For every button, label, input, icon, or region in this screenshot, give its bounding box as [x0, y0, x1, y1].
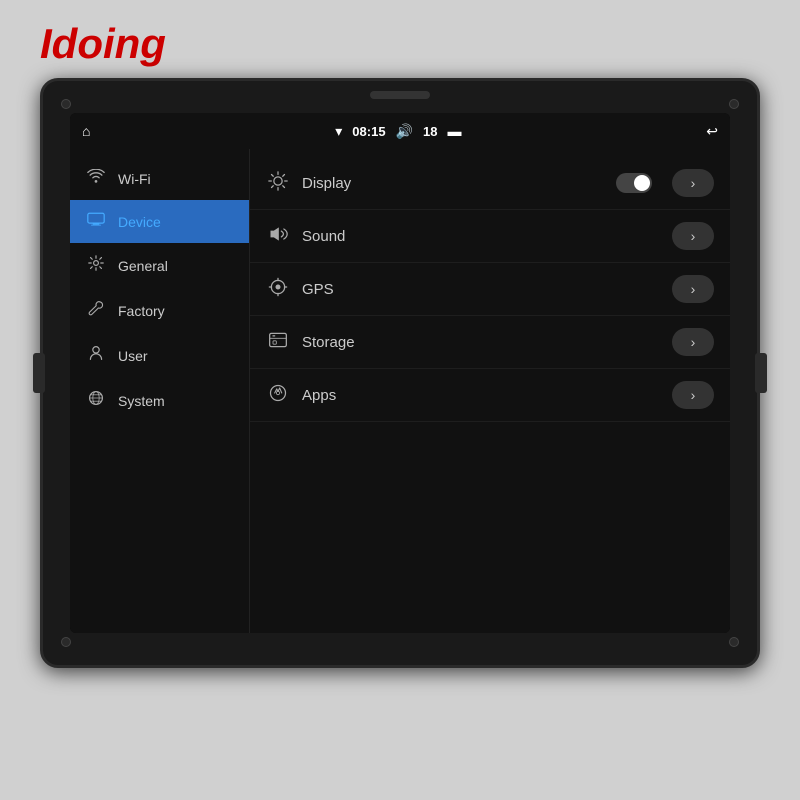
settings-label-gps: GPS — [302, 281, 660, 298]
sidebar-item-factory[interactable]: Factory — [70, 288, 249, 333]
user-icon — [86, 345, 106, 366]
settings-row-display[interactable]: Display › — [250, 157, 730, 210]
wrench-icon — [86, 300, 106, 321]
settings-label-apps: Apps — [302, 387, 660, 404]
storage-settings-icon — [266, 330, 290, 355]
sidebar-label-user: User — [118, 348, 148, 364]
gps-settings-icon — [266, 277, 290, 302]
globe-icon — [86, 390, 106, 411]
settings-label-sound: Sound — [302, 228, 660, 245]
back-icon[interactable]: ↩ — [706, 123, 718, 140]
settings-label-display: Display — [302, 175, 604, 192]
device-outer: ⌂ ▾ 08:15 🔊 18 ▬ ↩ — [40, 78, 760, 668]
sidebar-item-device[interactable]: Device — [70, 200, 249, 243]
status-right: ↩ — [706, 123, 718, 140]
gps-arrow-btn[interactable]: › — [672, 275, 714, 303]
screen: ⌂ ▾ 08:15 🔊 18 ▬ ↩ — [70, 113, 730, 633]
display-arrow-btn[interactable]: › — [672, 169, 714, 197]
sidebar-item-general[interactable]: General — [70, 243, 249, 288]
storage-arrow-btn[interactable]: › — [672, 328, 714, 356]
settings-row-storage[interactable]: Storage › — [250, 316, 730, 369]
volume-value: 18 — [423, 124, 437, 139]
bolt-br — [729, 637, 739, 647]
sidebar-item-wifi[interactable]: Wi-Fi — [70, 157, 249, 200]
brand-title: Idoing — [40, 20, 166, 68]
sidebar-label-factory: Factory — [118, 303, 165, 319]
right-panel: Display › — [250, 149, 730, 633]
sidebar-label-device: Device — [118, 214, 161, 230]
settings-label-storage: Storage — [302, 334, 660, 351]
sidebar: Wi-Fi Device — [70, 149, 250, 633]
sidebar-label-general: General — [118, 258, 168, 274]
apps-arrow-btn[interactable]: › — [672, 381, 714, 409]
bolt-tl — [61, 99, 71, 109]
device-icon — [86, 212, 106, 231]
toggle-dot — [634, 175, 650, 191]
mount-left — [33, 353, 45, 393]
status-time: 08:15 — [352, 124, 385, 139]
status-left: ⌂ — [82, 123, 90, 139]
sound-arrow-btn[interactable]: › — [672, 222, 714, 250]
sidebar-label-wifi: Wi-Fi — [118, 171, 151, 187]
volume-icon[interactable]: 🔊 — [396, 123, 413, 140]
wifi-status-icon: ▾ — [335, 123, 342, 140]
settings-row-sound[interactable]: Sound › — [250, 210, 730, 263]
wifi-icon — [86, 169, 106, 188]
bolt-bl — [61, 637, 71, 647]
status-bar: ⌂ ▾ 08:15 🔊 18 ▬ ↩ — [70, 113, 730, 149]
status-center: ▾ 08:15 🔊 18 ▬ — [335, 123, 461, 140]
mount-right — [755, 353, 767, 393]
display-settings-icon — [266, 171, 290, 196]
sound-settings-icon — [266, 224, 290, 249]
settings-row-gps[interactable]: GPS › — [250, 263, 730, 316]
battery-icon: ▬ — [447, 123, 461, 139]
main-content: Wi-Fi Device — [70, 149, 730, 633]
display-toggle[interactable] — [616, 173, 652, 193]
gear-icon — [86, 255, 106, 276]
bolt-tr — [729, 99, 739, 109]
sidebar-item-system[interactable]: System — [70, 378, 249, 423]
page-wrapper: Idoing ⌂ ▾ 08:15 🔊 18 ▬ ↩ — [0, 0, 800, 800]
settings-row-apps[interactable]: Apps › — [250, 369, 730, 422]
sidebar-label-system: System — [118, 393, 165, 409]
apps-settings-icon — [266, 383, 290, 408]
sidebar-item-user[interactable]: User — [70, 333, 249, 378]
home-icon[interactable]: ⌂ — [82, 123, 90, 139]
